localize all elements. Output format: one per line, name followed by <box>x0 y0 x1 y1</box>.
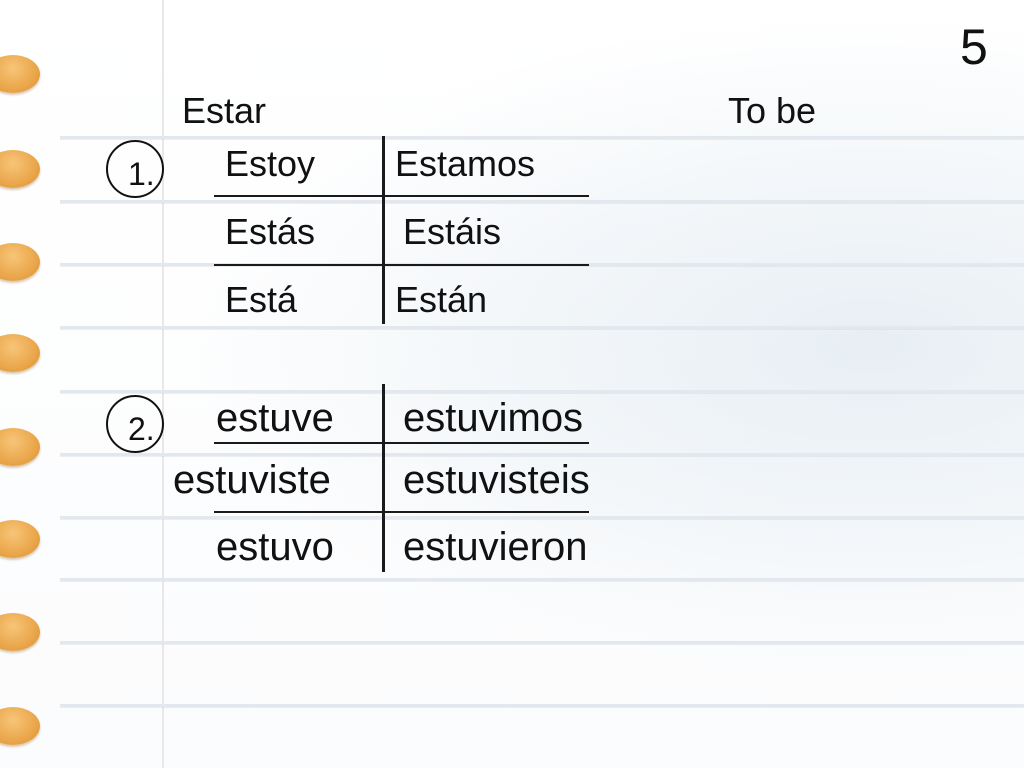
binder-hole-icon <box>0 707 40 745</box>
section-1-row-line <box>214 195 589 197</box>
notebook-paper <box>0 0 1024 768</box>
section-2-cell: estuve <box>216 396 334 440</box>
binder-hole-icon <box>0 520 40 558</box>
binder-hole-icon <box>0 55 40 93</box>
section-1-divider <box>382 136 385 324</box>
section-1-cell: Está <box>225 279 298 320</box>
rule-line <box>60 326 1024 329</box>
rule-line <box>60 136 1024 139</box>
title-to-be: To be <box>728 90 817 131</box>
margin-line <box>162 0 164 768</box>
section-1-cell: Estáis <box>403 211 502 252</box>
binder-hole-icon <box>0 334 40 372</box>
rule-line <box>60 453 1024 456</box>
page-number: 5 <box>960 19 988 75</box>
section-1-cell: Estás <box>225 211 316 252</box>
section-2-cell: estuvimos <box>403 396 584 440</box>
binder-hole-icon <box>0 428 40 466</box>
section-2-row-line <box>214 511 589 513</box>
title-estar: Estar <box>182 90 267 131</box>
section-1-cell: Estamos <box>395 143 536 184</box>
section-1-row-line <box>214 264 589 266</box>
section-2-cell: estuviste <box>173 458 331 502</box>
rule-line <box>60 704 1024 707</box>
section-2-row-line <box>214 442 589 444</box>
rule-line <box>60 390 1024 393</box>
section-1-marker: 1. <box>128 156 155 192</box>
section-2-marker: 2. <box>128 411 155 447</box>
section-1-cell: Están <box>395 279 488 320</box>
rule-line <box>60 641 1024 644</box>
rule-line <box>60 200 1024 203</box>
binder-hole-icon <box>0 243 40 281</box>
binder-hole-icon <box>0 150 40 188</box>
section-2-divider <box>382 384 385 572</box>
rule-line <box>60 578 1024 581</box>
section-2-cell: estuvisteis <box>403 458 590 502</box>
section-2-cell: estuvieron <box>403 525 588 569</box>
binder-hole-icon <box>0 613 40 651</box>
section-2-cell: estuvo <box>216 525 334 569</box>
section-1-cell: Estoy <box>225 143 316 184</box>
rule-line <box>60 516 1024 519</box>
